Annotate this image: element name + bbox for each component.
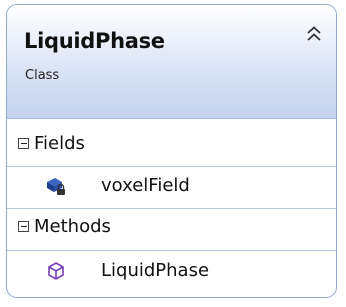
collapse-fields-icon[interactable] — [18, 138, 29, 149]
fields-section-header[interactable]: Fields — [7, 126, 336, 166]
collapse-methods-icon[interactable] — [18, 221, 29, 232]
private-field-icon — [45, 175, 67, 197]
methods-divider — [7, 250, 336, 251]
methods-section-header[interactable]: Methods — [7, 209, 336, 249]
field-label: voxelField — [101, 175, 190, 196]
fields-section-label: Fields — [34, 133, 85, 154]
class-shape[interactable]: LiquidPhase Class Fields voxelField Meth… — [6, 4, 337, 298]
method-cube-icon — [45, 260, 67, 282]
method-item-liquidphase[interactable]: LiquidPhase — [7, 252, 336, 290]
class-stereotype: Class — [25, 68, 60, 83]
class-header[interactable]: LiquidPhase Class — [7, 5, 336, 119]
method-label: LiquidPhase — [101, 260, 210, 281]
class-name: LiquidPhase — [24, 29, 165, 53]
methods-section-label: Methods — [34, 216, 111, 237]
field-item-voxelfield[interactable]: voxelField — [7, 167, 336, 205]
double-chevron-up-icon[interactable] — [306, 25, 322, 43]
